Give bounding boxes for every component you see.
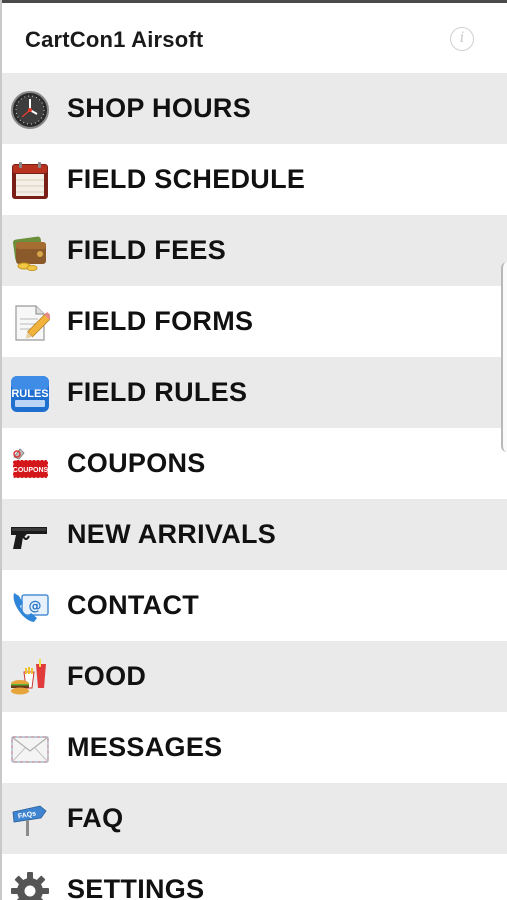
menu-item-label: SETTINGS — [67, 874, 205, 900]
menu-item-label: FIELD RULES — [67, 377, 248, 407]
menu-item-label: COUPONS — [67, 448, 206, 478]
menu-item-food[interactable]: FOOD — [0, 641, 507, 712]
coupon-icon-text: COUPONS — [13, 467, 49, 474]
food-icon — [11, 659, 46, 695]
main-menu: SHOP HOURS FIELD SCHEDULE FIELD FEES FIE… — [0, 73, 507, 900]
menu-item-label: FOOD — [67, 661, 147, 691]
menu-item-faq[interactable]: FAQs FAQ — [0, 783, 507, 854]
menu-item-label: FAQ — [67, 803, 124, 833]
app-screen: CartCon1 Airsoft i SHOP HOURS FIELD SCHE… — [0, 0, 507, 900]
scroll-edge-indicator[interactable] — [501, 262, 507, 452]
envelope-icon — [11, 736, 49, 763]
menu-item-shop-hours[interactable]: SHOP HOURS — [0, 73, 507, 144]
coupon-icon: COUPONS — [12, 448, 49, 479]
app-title: CartCon1 Airsoft — [25, 27, 204, 52]
gear-icon — [11, 872, 49, 900]
menu-item-messages[interactable]: MESSAGES — [0, 712, 507, 783]
menu-item-label: FIELD FEES — [67, 235, 227, 265]
screen-left-edge — [0, 0, 2, 900]
rules-book-icon: RULES — [11, 376, 49, 412]
info-icon[interactable]: i — [450, 27, 474, 51]
menu-item-contact[interactable]: @ CONTACT — [0, 570, 507, 641]
menu-item-settings[interactable]: SETTINGS — [0, 854, 507, 900]
menu-item-label: FIELD SCHEDULE — [67, 164, 306, 194]
menu-item-field-forms[interactable]: FIELD FORMS — [0, 286, 507, 357]
contact-phone-email-icon: @ — [13, 593, 49, 622]
menu-item-label: SHOP HOURS — [67, 93, 252, 123]
app-header: CartCon1 Airsoft i — [0, 3, 507, 73]
menu-item-coupons[interactable]: COUPONS COUPONS — [0, 428, 507, 499]
menu-item-new-arrivals[interactable]: NEW ARRIVALS — [0, 499, 507, 570]
menu-item-label: NEW ARRIVALS — [67, 519, 277, 549]
rules-icon-text: RULES — [11, 388, 48, 400]
wallet-icon — [12, 236, 46, 271]
document-pencil-icon — [15, 305, 50, 341]
menu-item-label: CONTACT — [67, 590, 200, 620]
calendar-icon — [12, 162, 48, 199]
menu-item-field-rules[interactable]: RULES FIELD RULES — [0, 357, 507, 428]
svg-text:@: @ — [29, 599, 42, 614]
menu-item-label: MESSAGES — [67, 732, 223, 762]
clock-icon — [11, 91, 49, 129]
menu-item-field-schedule[interactable]: FIELD SCHEDULE — [0, 144, 507, 215]
menu-item-label: FIELD FORMS — [67, 306, 254, 336]
faq-sign-icon: FAQs — [12, 805, 47, 836]
menu-item-field-fees[interactable]: FIELD FEES — [0, 215, 507, 286]
pistol-icon — [11, 527, 47, 549]
